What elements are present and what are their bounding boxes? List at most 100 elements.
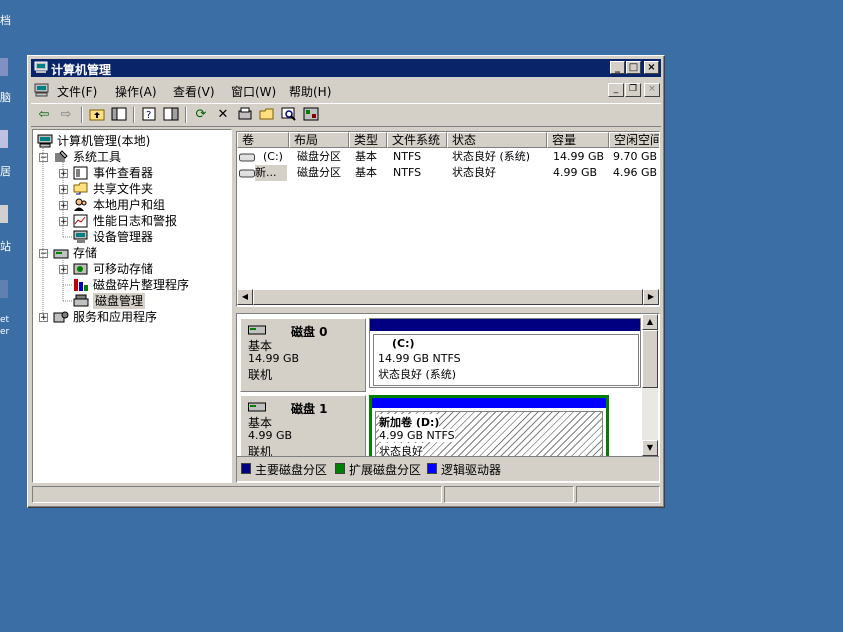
open-icon[interactable] (258, 107, 276, 123)
column-header-layout[interactable]: 布局 (289, 132, 349, 148)
disk-1-info[interactable]: 磁盘 1 基本 4.99 GB 联机 (240, 395, 366, 459)
volume-status: 状态良好 (系统) (378, 368, 457, 381)
toolbar: ⇦ ⇨ ? ⟳ ✕ (31, 103, 661, 127)
disk-name: 磁盘 0 (291, 325, 328, 339)
tree-label: 性能日志和警报 (93, 214, 178, 228)
minimize-button[interactable]: _ (610, 61, 625, 74)
up-folder-icon[interactable] (88, 107, 106, 123)
svg-text:?: ? (146, 110, 151, 121)
show-hide-tree-icon[interactable] (110, 107, 128, 123)
computer-icon[interactable] (34, 83, 49, 97)
scroll-left-button[interactable]: ◀ (237, 289, 253, 305)
toolbar-separator (185, 107, 187, 123)
computer-icon (34, 61, 48, 73)
cell-layout: 磁盘分区 (297, 150, 341, 163)
desktop-label[interactable]: 站 (0, 238, 11, 254)
volume-size: 14.99 GB NTFS (378, 352, 461, 365)
column-header-type[interactable]: 类型 (349, 132, 387, 148)
desktop-label[interactable]: er (0, 327, 9, 337)
toolbar-separator (81, 107, 83, 123)
tree-label: 磁盘碎片整理程序 (93, 278, 190, 292)
table-row[interactable]: (C:) 磁盘分区 基本 NTFS 状态良好 (系统) 14.99 GB 9.7… (237, 149, 659, 165)
scroll-thumb[interactable] (642, 330, 658, 388)
cell-layout: 磁盘分区 (297, 166, 341, 179)
volume-label: 新加卷 (D:) (379, 414, 440, 430)
forward-icon[interactable]: ⇨ (57, 107, 75, 123)
help-icon[interactable] (162, 107, 180, 123)
menu-action[interactable]: 操作(A) (115, 83, 157, 100)
scroll-thumb[interactable] (253, 289, 643, 305)
settings-icon[interactable] (302, 107, 320, 123)
desktop-label[interactable]: et (0, 315, 9, 325)
computer-icon[interactable] (0, 58, 8, 76)
scroll-right-button[interactable]: ▶ (643, 289, 659, 305)
volume-d[interactable]: 新加卷 (D:) 4.99 GB NTFS 状态良好 (369, 395, 609, 461)
cell-volume: 新... (255, 165, 287, 181)
cell-filesystem: NTFS (393, 166, 422, 179)
desktop-label[interactable]: 居 (0, 163, 11, 179)
maximize-button[interactable]: □ (626, 61, 641, 74)
search-icon[interactable] (280, 107, 298, 123)
scroll-down-button[interactable]: ▼ (642, 440, 658, 456)
disk-size: 4.99 GB (248, 429, 293, 442)
tree-lines (42, 144, 73, 318)
column-header-free-space[interactable]: 空闲空间 (609, 132, 659, 148)
child-minimize-button[interactable]: _ (608, 83, 624, 97)
disk-name: 磁盘 1 (291, 402, 328, 416)
title-bar[interactable]: 计算机管理 _ □ × (31, 59, 661, 77)
legend: 主要磁盘分区 扩展磁盘分区 逻辑驱动器 (237, 456, 659, 481)
disk-0-info[interactable]: 磁盘 0 基本 14.99 GB 联机 (240, 318, 366, 392)
tree-label: 事件查看器 (93, 166, 154, 180)
cell-status: 状态良好 (452, 166, 496, 179)
desktop-label[interactable]: 档 (0, 12, 11, 28)
menu-view[interactable]: 查看(V) (173, 83, 215, 100)
column-header-volume[interactable]: 卷 (237, 132, 289, 148)
recycle-bin-icon[interactable] (0, 205, 8, 223)
column-header-status[interactable]: 状态 (447, 132, 547, 148)
status-pane-2 (444, 486, 574, 503)
legend-label-logical: 逻辑驱动器 (441, 463, 502, 477)
back-icon[interactable]: ⇦ (35, 107, 53, 123)
desktop-label[interactable]: 脑 (0, 89, 11, 105)
disk-state: 联机 (248, 368, 273, 382)
child-close-button[interactable]: × (644, 83, 660, 97)
disk-properties-icon[interactable] (236, 107, 254, 123)
legend-swatch-primary (241, 463, 251, 474)
tree-label: 共享文件夹 (93, 182, 154, 196)
status-pane-3 (576, 486, 660, 503)
table-row[interactable]: 新... 磁盘分区 基本 NTFS 状态良好 4.99 GB 4.96 GB (237, 165, 659, 181)
scroll-up-button[interactable]: ▲ (642, 314, 658, 330)
drive-icon (239, 153, 255, 162)
volume-body: 新加卷 (D:) 4.99 GB NTFS 状态良好 (375, 411, 603, 461)
console-tree: 计算机管理(本地) − 系统工具 + 事件查看器 + 共享文件夹 + 本地用户和… (32, 129, 232, 483)
child-restore-button[interactable]: ❐ (625, 83, 641, 97)
cell-volume: (C:) (263, 150, 283, 163)
column-header-capacity[interactable]: 容量 (547, 132, 609, 148)
menu-file[interactable]: 文件(F) (57, 83, 97, 100)
properties-icon[interactable]: ? (140, 107, 158, 123)
refresh-icon[interactable]: ⟳ (192, 107, 210, 123)
disk-graph-view: 磁盘 0 基本 14.99 GB 联机 (C:) 14.99 GB NTFS 状… (236, 313, 660, 483)
cell-filesystem: NTFS (393, 150, 422, 163)
partition-bar (370, 319, 640, 331)
delete-icon[interactable]: ✕ (214, 107, 232, 123)
close-button[interactable]: × (644, 61, 659, 74)
legend-label-extended: 扩展磁盘分区 (349, 463, 422, 477)
disk-icon (248, 325, 266, 335)
vertical-scrollbar[interactable]: ▲ ▼ (642, 314, 658, 462)
legend-swatch-logical (427, 463, 437, 474)
cell-type: 基本 (355, 166, 377, 179)
tree-label: 设备管理器 (93, 230, 154, 244)
volume-c[interactable]: (C:) 14.99 GB NTFS 状态良好 (系统) (369, 318, 641, 388)
ie-icon[interactable] (0, 280, 8, 298)
column-header-filesystem[interactable]: 文件系统 (387, 132, 447, 148)
menu-help[interactable]: 帮助(H) (289, 83, 331, 100)
legend-label-primary: 主要磁盘分区 (255, 463, 328, 477)
network-icon[interactable] (0, 130, 8, 148)
cell-type: 基本 (355, 150, 377, 163)
tree-label: 可移动存储 (93, 262, 154, 276)
partition-bar (372, 398, 606, 408)
drive-icon (239, 169, 255, 178)
horizontal-scrollbar[interactable]: ◀ ▶ (237, 289, 659, 305)
menu-window[interactable]: 窗口(W) (231, 83, 276, 100)
